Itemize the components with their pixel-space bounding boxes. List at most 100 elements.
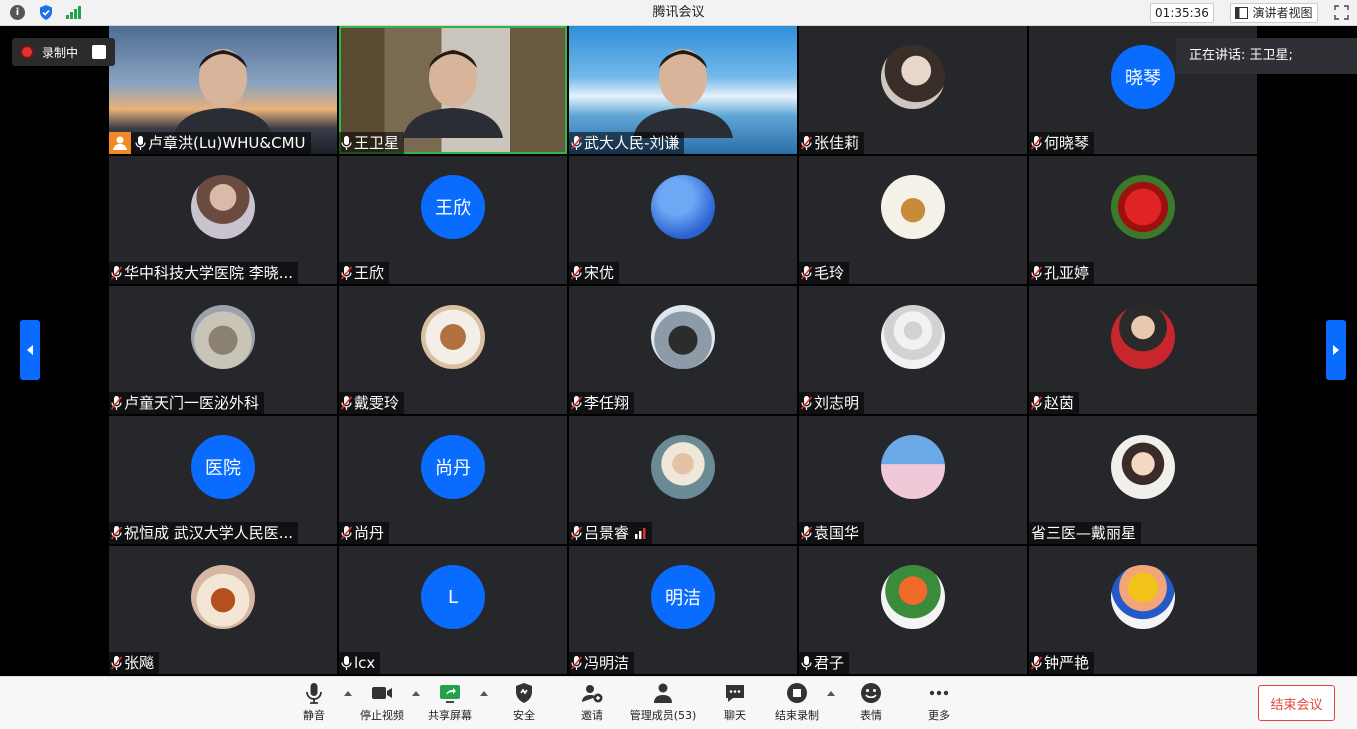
- participant-name-tag: 祝恒成 武汉大学人民医...: [109, 522, 299, 544]
- participant-avatar: [651, 435, 715, 499]
- reactions-label: 表情: [860, 709, 882, 722]
- participant-tile[interactable]: 李任翔: [569, 286, 797, 414]
- participant-tile[interactable]: 医院祝恒成 武汉大学人民医...: [109, 416, 337, 544]
- share-screen-label: 共享屏幕: [428, 709, 472, 722]
- participant-name: 吕景睿: [584, 524, 630, 542]
- prev-page-button[interactable]: [20, 320, 40, 380]
- security-button[interactable]: 安全: [489, 681, 559, 723]
- participant-tile[interactable]: 武大人民-刘谦: [569, 26, 797, 154]
- participant-tile[interactable]: 钟严艳: [1029, 546, 1257, 674]
- participant-avatar: 尚丹: [421, 435, 485, 499]
- participant-tile[interactable]: 华中科技大学医院 李晓...: [109, 156, 337, 284]
- end-recording-label: 结束录制: [775, 709, 819, 722]
- video-camera-icon: [372, 687, 392, 699]
- share-options-caret-icon[interactable]: [480, 691, 488, 696]
- participant-tile[interactable]: 宋优: [569, 156, 797, 284]
- more-button[interactable]: 更多: [904, 681, 974, 723]
- participant-name: lcx: [354, 654, 376, 672]
- next-page-button[interactable]: [1326, 320, 1346, 380]
- participant-tile[interactable]: 卢章洪(Lu)WHU&CMU: [109, 26, 337, 154]
- stop-recording-icon[interactable]: [92, 45, 107, 59]
- participant-tile[interactable]: 毛玲: [799, 156, 1027, 284]
- participant-avatar: [881, 45, 945, 109]
- microphone-muted-icon: [111, 526, 124, 540]
- participant-tile[interactable]: 刘志明: [799, 286, 1027, 414]
- participant-avatar: [1111, 175, 1175, 239]
- participant-name-tag: 袁国华: [799, 522, 865, 544]
- speaker-view-label: 演讲者视图: [1252, 6, 1313, 20]
- participant-name: 孔亚婷: [1044, 264, 1090, 282]
- participant-avatar: 医院: [191, 435, 255, 499]
- microphone-muted-icon: [571, 266, 584, 280]
- meeting-timer: 01:35:36: [1150, 3, 1214, 23]
- chat-button[interactable]: 聊天: [700, 681, 770, 723]
- manage-members-label: 管理成员(53): [629, 709, 697, 722]
- recording-label: 录制中: [42, 45, 79, 60]
- mute-button[interactable]: 静音: [279, 681, 349, 723]
- participant-name-tag: 冯明洁: [569, 652, 635, 674]
- participant-name: 钟严艳: [1044, 654, 1090, 672]
- more-label: 更多: [928, 709, 950, 722]
- microphone-muted-icon: [111, 266, 124, 280]
- participant-tile[interactable]: 明洁 冯明洁: [569, 546, 797, 674]
- stop-video-label: 停止视频: [360, 709, 404, 722]
- reactions-button[interactable]: 表情: [836, 681, 906, 723]
- participant-tile[interactable]: 袁国华: [799, 416, 1027, 544]
- security-label: 安全: [513, 709, 535, 722]
- participant-name-tag: lcx: [339, 652, 381, 674]
- participant-tile[interactable]: 张佳莉: [799, 26, 1027, 154]
- participant-tile[interactable]: 王欣 王欣: [339, 156, 567, 284]
- end-meeting-button[interactable]: 结束会议: [1258, 685, 1335, 721]
- mute-label: 静音: [303, 709, 325, 722]
- smiley-icon: [861, 683, 881, 703]
- meeting-toolbar: 静音 停止视频 共享屏幕 安全 邀请 管理成员(53) 聊天 结束录制 表情 更…: [0, 676, 1357, 729]
- participant-tile[interactable]: 戴雯玲: [339, 286, 567, 414]
- participant-name: 尚丹: [354, 524, 385, 542]
- microphone-muted-icon: [801, 266, 814, 280]
- manage-members-button[interactable]: 管理成员(53): [618, 681, 708, 723]
- fullscreen-icon[interactable]: [1334, 5, 1349, 20]
- security-shield-icon: [516, 683, 532, 703]
- participant-name: 宋优: [584, 264, 615, 282]
- add-user-icon: [582, 685, 603, 703]
- participant-name: 卢章洪(Lu)WHU&CMU: [148, 134, 306, 152]
- record-options-caret-icon[interactable]: [827, 691, 835, 696]
- microphone-on-icon: [135, 136, 148, 150]
- participant-tile[interactable]: 尚丹 尚丹: [339, 416, 567, 544]
- participant-tile[interactable]: 王卫星: [339, 26, 567, 154]
- participant-avatar: [881, 175, 945, 239]
- chevron-right-icon: [1333, 345, 1339, 355]
- participant-tile[interactable]: 卢童天门一医泌外科: [109, 286, 337, 414]
- participant-avatar: [421, 305, 485, 369]
- host-badge-icon: [109, 132, 131, 154]
- participant-avatar: [1111, 305, 1175, 369]
- speaker-view-button[interactable]: 演讲者视图: [1230, 3, 1318, 23]
- participant-name-tag: 赵茵: [1029, 392, 1080, 414]
- title-bar: i 腾讯会议 01:35:36 演讲者视图: [0, 0, 1357, 26]
- participant-tile[interactable]: 吕景睿: [569, 416, 797, 544]
- participant-name: 张佳莉: [814, 134, 860, 152]
- participant-tile[interactable]: Llcx: [339, 546, 567, 674]
- participant-name: 赵茵: [1044, 394, 1075, 412]
- participant-tile[interactable]: 君子: [799, 546, 1027, 674]
- microphone-muted-icon: [801, 136, 814, 150]
- participant-name: 何晓琴: [1044, 134, 1090, 152]
- avatar-initials: 尚丹: [435, 458, 471, 479]
- participant-tile[interactable]: 省三医—戴丽星: [1029, 416, 1257, 544]
- microphone-on-icon: [801, 656, 814, 670]
- participant-tile[interactable]: 孔亚婷: [1029, 156, 1257, 284]
- participant-name-tag: 宋优: [569, 262, 620, 284]
- participant-name-tag: 王卫星: [339, 132, 405, 154]
- avatar-initials: 王欣: [435, 198, 471, 219]
- participant-name: 华中科技大学医院 李晓...: [124, 264, 294, 282]
- participant-avatar: 王欣: [421, 175, 485, 239]
- members-icon: [654, 683, 672, 703]
- participant-name-tag: 何晓琴: [1029, 132, 1095, 154]
- end-recording-button[interactable]: 结束录制: [762, 681, 832, 723]
- participant-tile[interactable]: 张飚: [109, 546, 337, 674]
- participant-avatar: [881, 435, 945, 499]
- participant-tile[interactable]: 赵茵: [1029, 286, 1257, 414]
- stop-video-button[interactable]: 停止视频: [347, 681, 417, 723]
- invite-button[interactable]: 邀请: [557, 681, 627, 723]
- share-screen-button[interactable]: 共享屏幕: [415, 681, 485, 723]
